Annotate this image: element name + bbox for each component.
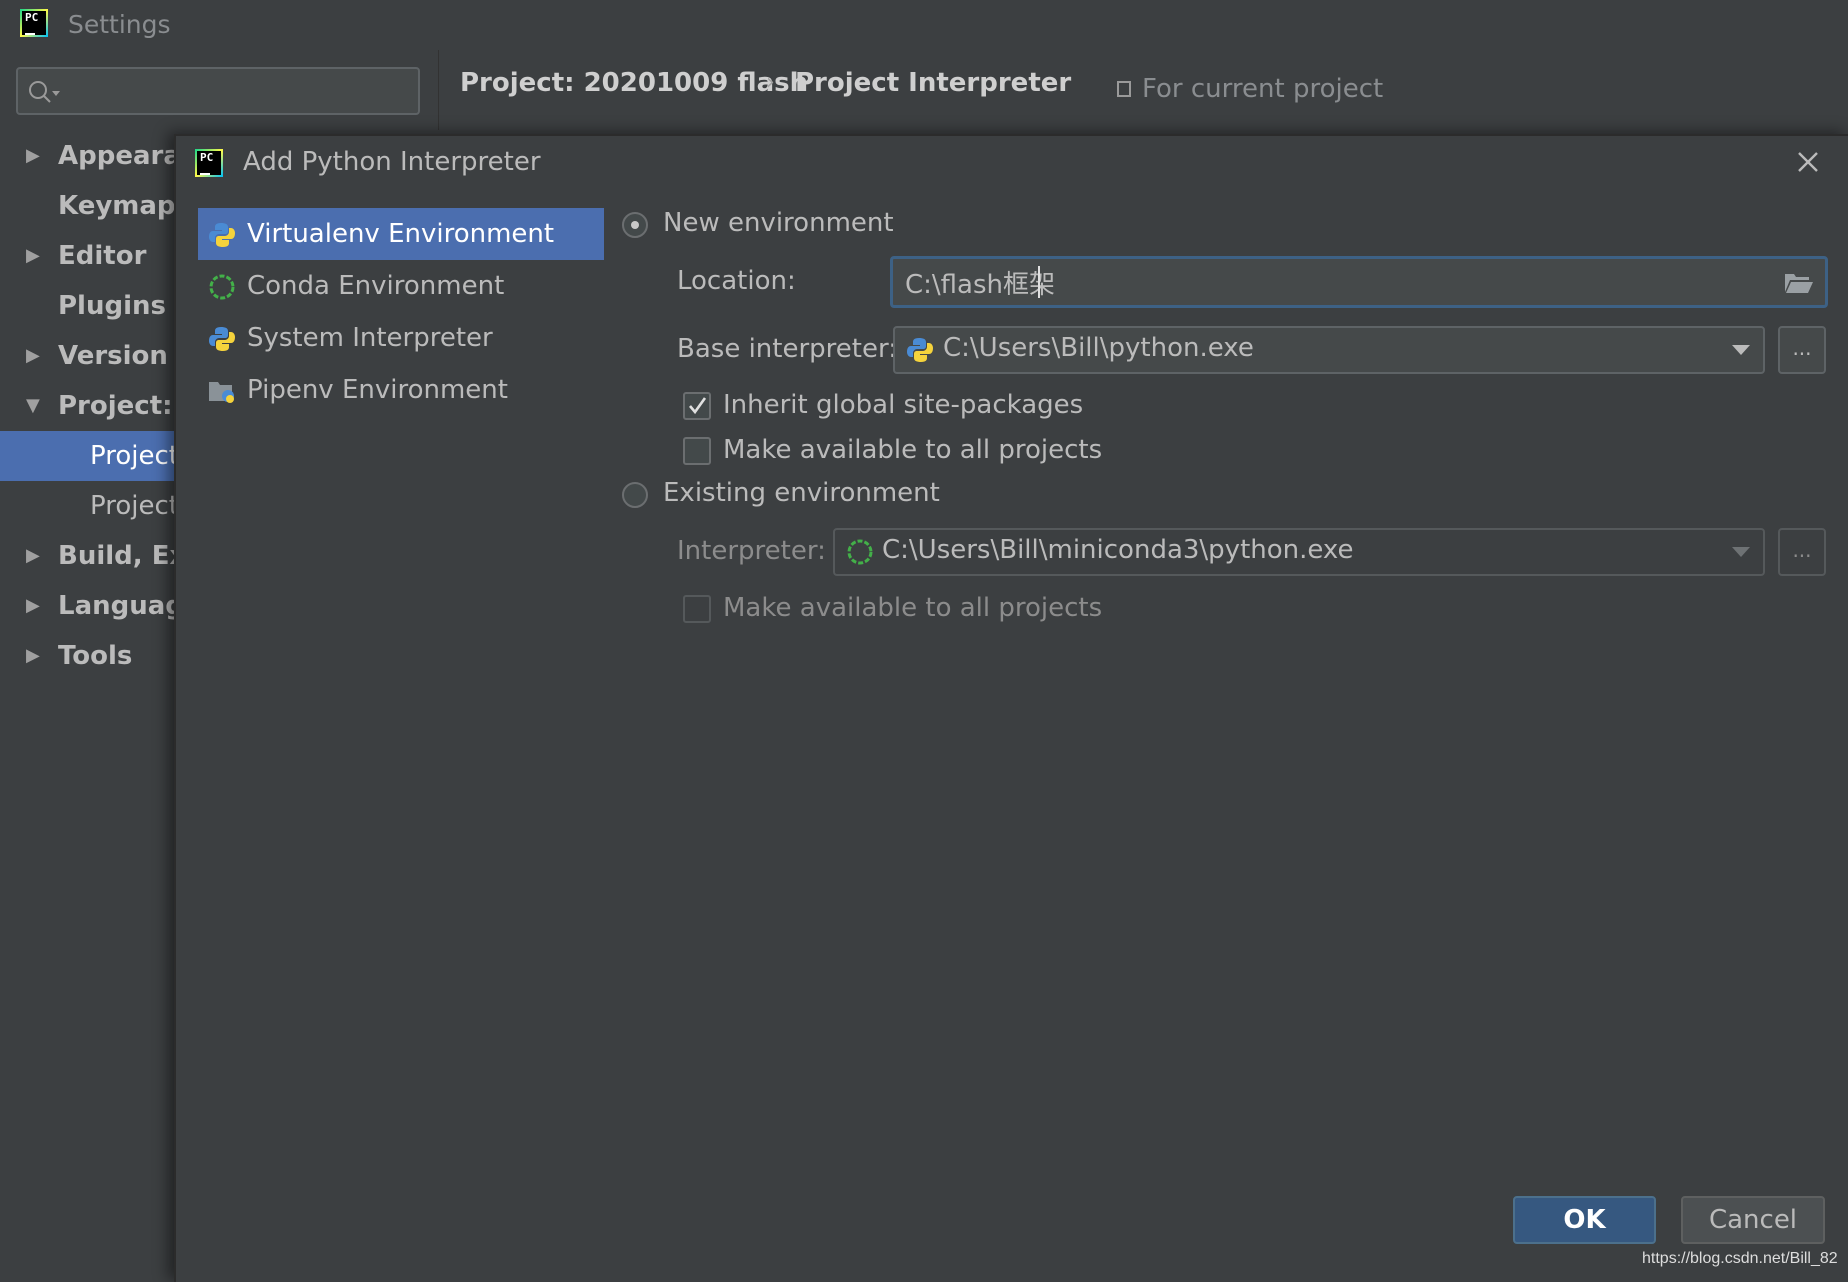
tree-item-label: Tools [58, 641, 133, 671]
python-icon [209, 327, 235, 351]
existing-make-available-checkbox[interactable] [683, 595, 711, 623]
chevron-down-icon[interactable] [1732, 547, 1750, 557]
settings-search-input[interactable] [16, 67, 420, 115]
conda-icon [209, 274, 235, 300]
checkmark-icon [689, 397, 707, 415]
close-icon[interactable] [1792, 146, 1824, 178]
expand-arrow-icon[interactable]: ▶ [26, 131, 40, 181]
tree-item-label: Keymap [58, 191, 176, 221]
base-interpreter-label: Base interpreter: [677, 334, 897, 364]
make-available-label[interactable]: Make available to all projects [723, 435, 1102, 465]
interpreter-browse-button[interactable]: ... [1778, 528, 1826, 576]
make-available-checkbox[interactable] [683, 437, 711, 465]
breadcrumb-page: Project Interpreter [795, 68, 1072, 98]
env-item-label: Conda Environment [247, 271, 505, 301]
scope-label: For current project [1142, 74, 1384, 104]
watermark-text: https://blog.csdn.net/Bill_82 [1642, 1250, 1838, 1267]
existing-make-available-label[interactable]: Make available to all projects [723, 593, 1102, 623]
existing-environment-label[interactable]: Existing environment [663, 478, 940, 508]
window-title: Settings [68, 10, 171, 39]
existing-environment-radio[interactable] [622, 482, 648, 508]
pycharm-logo-icon: PC [195, 149, 223, 177]
env-item-label: Virtualenv Environment [247, 219, 555, 249]
inherit-packages-checkbox[interactable] [683, 392, 711, 420]
tree-item-label: Editor [58, 241, 147, 271]
ok-button[interactable]: OK [1513, 1196, 1656, 1244]
env-item-label: System Interpreter [247, 323, 493, 353]
pycharm-logo-icon: PC [20, 9, 48, 37]
new-environment-radio[interactable] [622, 212, 648, 238]
search-icon [29, 81, 60, 103]
env-item-conda[interactable]: Conda Environment [198, 260, 604, 312]
base-interpreter-value: C:\Users\Bill\python.exe [943, 333, 1254, 363]
inherit-packages-label[interactable]: Inherit global site-packages [723, 390, 1083, 420]
python-virtualenv-icon [209, 223, 235, 247]
chevron-down-icon[interactable] [1732, 345, 1750, 355]
interpreter-label: Interpreter: [677, 536, 826, 566]
expand-arrow-icon[interactable]: ▶ [26, 531, 40, 581]
new-environment-label[interactable]: New environment [663, 208, 894, 238]
dialog-title: Add Python Interpreter [243, 147, 541, 177]
env-item-system[interactable]: System Interpreter [198, 312, 604, 364]
breadcrumb-project[interactable]: Project: 20201009 flash [460, 68, 808, 98]
expand-arrow-icon[interactable]: ▶ [26, 631, 40, 681]
title-bar [0, 0, 1848, 50]
env-item-pipenv[interactable]: Pipenv Environment [198, 364, 604, 416]
tree-item-label: Project [90, 441, 179, 471]
copy-scope-icon [1117, 81, 1131, 97]
expand-arrow-icon[interactable]: ▶ [26, 331, 40, 381]
location-label: Location: [677, 266, 796, 296]
cancel-button[interactable]: Cancel [1681, 1196, 1825, 1244]
tree-item-label: Plugins [58, 291, 166, 321]
expand-arrow-icon[interactable]: ▶ [26, 581, 40, 631]
env-item-label: Pipenv Environment [247, 375, 508, 405]
collapse-arrow-icon[interactable]: ▼ [26, 381, 40, 431]
tree-item-label: Project [90, 491, 179, 521]
pipenv-folder-icon [209, 382, 234, 403]
expand-arrow-icon[interactable]: ▶ [26, 231, 40, 281]
base-interpreter-browse-button[interactable]: ... [1778, 326, 1826, 374]
env-item-virtualenv[interactable]: Virtualenv Environment [198, 208, 604, 260]
folder-open-icon[interactable] [1784, 271, 1814, 295]
breadcrumb-separator: › [766, 70, 775, 95]
location-value[interactable]: C:\flash框架 [905, 264, 1055, 301]
conda-icon [847, 539, 873, 565]
python-icon [907, 338, 933, 362]
text-caret [1038, 266, 1040, 298]
interpreter-value: C:\Users\Bill\miniconda3\python.exe [882, 535, 1354, 565]
